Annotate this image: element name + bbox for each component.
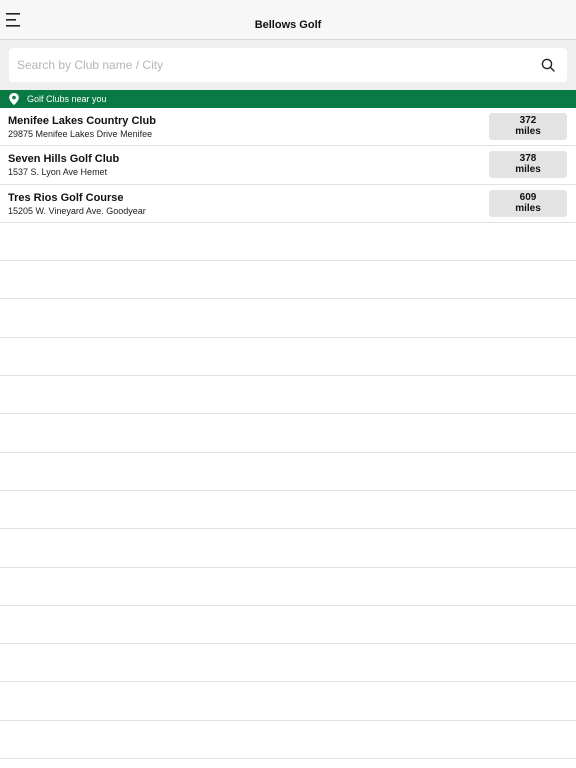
empty-row — [0, 376, 576, 415]
empty-row — [0, 222, 576, 262]
club-address: 15205 W. Vineyard Ave. Goodyear — [8, 205, 146, 216]
app-title: Bellows Golf — [254, 19, 322, 31]
empty-row — [0, 529, 576, 568]
distance-unit: miles — [515, 202, 541, 214]
empty-row — [0, 490, 576, 530]
distance-value: 378 — [519, 153, 537, 165]
club-row[interactable]: Menifee Lakes Country Club 29875 Menifee… — [0, 108, 576, 147]
location-pin-icon — [9, 93, 19, 105]
distance-unit: miles — [515, 126, 541, 137]
search-input[interactable] — [9, 48, 529, 82]
empty-row — [0, 644, 576, 683]
section-label: Golf Clubs near you — [27, 94, 107, 104]
club-name: Tres Rios Golf Course — [8, 191, 124, 204]
search-icon[interactable] — [541, 58, 555, 72]
club-row[interactable]: Tres Rios Golf Course 15205 W. Vineyard … — [0, 184, 576, 223]
empty-row — [0, 299, 576, 338]
distance-badge: 609 miles — [489, 189, 567, 217]
distance-badge: 378 miles — [489, 151, 567, 179]
distance-value: 372 — [519, 115, 537, 126]
top-bar: Bellows Golf — [0, 0, 576, 40]
empty-row — [0, 682, 576, 721]
search-box — [9, 48, 567, 82]
search-bar — [0, 40, 576, 90]
empty-row — [0, 261, 576, 300]
section-header: Golf Clubs near you — [0, 90, 576, 108]
empty-row — [0, 414, 576, 453]
club-address: 1537 S. Lyon Ave Hemet — [8, 167, 108, 178]
club-name: Menifee Lakes Country Club — [8, 115, 156, 127]
distance-value: 609 — [519, 191, 537, 203]
distance-badge: 372 miles — [489, 113, 567, 140]
empty-row — [0, 452, 576, 491]
club-name: Seven Hills Golf Club — [8, 153, 120, 166]
club-row[interactable]: Seven Hills Golf Club 1537 S. Lyon Ave H… — [0, 146, 576, 185]
empty-row — [0, 567, 576, 606]
empty-row — [0, 337, 576, 377]
club-list: Menifee Lakes Country Club 29875 Menifee… — [0, 108, 576, 760]
empty-row — [0, 720, 576, 760]
distance-unit: miles — [515, 164, 541, 176]
empty-row — [0, 605, 576, 645]
club-address: 29875 Menifee Lakes Drive Menifee — [8, 129, 153, 139]
